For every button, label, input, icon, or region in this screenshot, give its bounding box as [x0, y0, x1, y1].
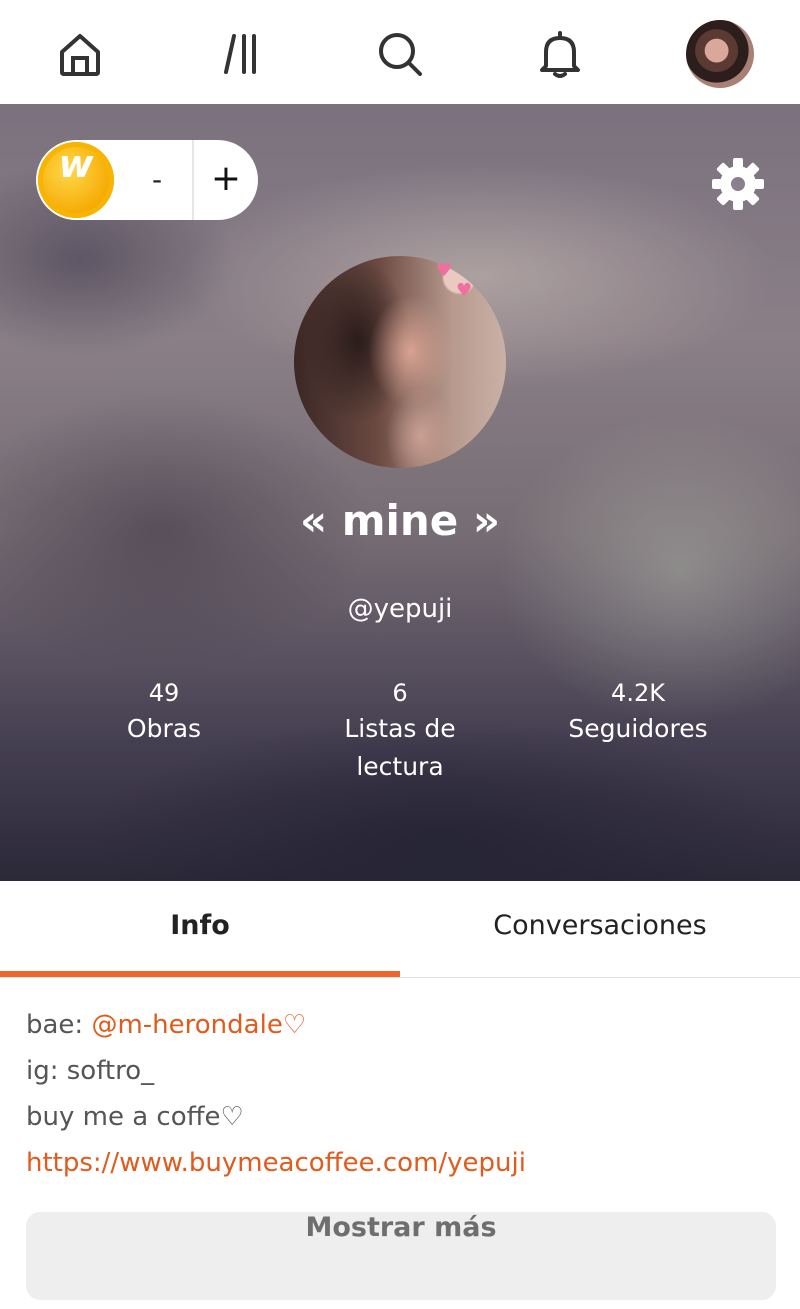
profile-bio: bae: @m-herondale♡ ig: softro_ buy me a … [26, 1002, 776, 1186]
bio-url-link[interactable]: https://www.buymeacoffee.com/yepuji [26, 1140, 776, 1186]
profile-header: w - + ♥ ♥ « mine » @yepuji 49 Obras 6 Li… [0, 104, 800, 881]
tab-conversations[interactable]: Conversaciones [400, 881, 800, 971]
profile-avatar-thumbnail[interactable] [686, 20, 754, 88]
home-icon[interactable] [50, 24, 110, 84]
search-icon[interactable] [370, 24, 430, 84]
bio-line: bae: @m-herondale♡ [26, 1010, 307, 1040]
wallet-divider [192, 140, 194, 220]
heart-icon: ♥ [436, 260, 453, 281]
stat-value: 4.2K [611, 679, 665, 707]
bio-line: buy me a coffe♡ [26, 1102, 244, 1132]
stat-followers[interactable]: 4.2K Seguidores [518, 676, 758, 748]
stat-reading-lists[interactable]: 6 Listas de lectura [280, 676, 520, 786]
profile-username: @yepuji [347, 594, 453, 624]
profile-tabs: Info Conversaciones [0, 881, 800, 978]
notifications-bell-icon[interactable] [530, 24, 590, 84]
stat-value: 6 [392, 679, 408, 707]
stat-label: Listas de lectura [344, 714, 456, 781]
mention-link[interactable]: @m-herondale♡ [91, 1010, 306, 1040]
profile-avatar [294, 256, 506, 468]
show-more-button[interactable]: Mostrar más [26, 1212, 776, 1300]
stat-label: Seguidores [568, 714, 708, 743]
stat-works[interactable]: 49 Obras [44, 676, 284, 748]
stat-value: 49 [148, 679, 180, 707]
profile-display-name: « mine » [299, 496, 501, 545]
buy-coins-button[interactable]: + [196, 140, 256, 220]
tab-info[interactable]: Info [0, 881, 400, 971]
coin-minus-button[interactable]: - [122, 140, 192, 220]
active-tab-indicator [0, 971, 400, 977]
bio-line: ig: softro_ [26, 1056, 155, 1086]
library-icon[interactable] [212, 24, 272, 84]
top-nav [0, 0, 800, 104]
coin-icon[interactable]: w [38, 142, 114, 218]
coin-wallet: w - + [36, 140, 258, 220]
gear-icon[interactable] [708, 154, 768, 214]
stat-label: Obras [126, 714, 202, 743]
heart-icon: ♥ [456, 280, 473, 301]
